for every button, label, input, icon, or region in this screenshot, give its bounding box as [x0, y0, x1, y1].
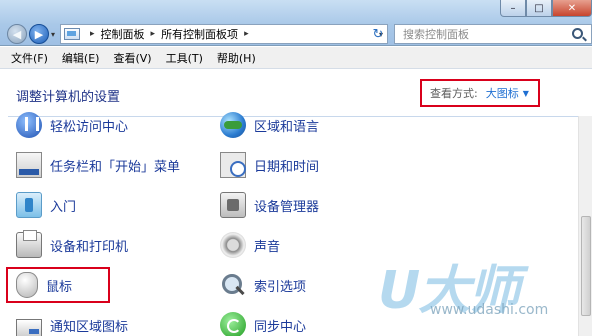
item-devices-printers[interactable]: 设备和打印机 [16, 230, 128, 260]
accessibility-icon [16, 112, 42, 138]
item-label: 入门 [50, 199, 77, 215]
mouse-highlight-box [6, 267, 110, 303]
magnifier-icon [220, 272, 246, 298]
item-notification-area-icons[interactable]: 通知区域图标 [16, 310, 128, 336]
page-title: 调整计算机的设置 [16, 90, 121, 105]
scrollbar-thumb[interactable] [581, 216, 591, 316]
menu-file[interactable]: 文件(F) [4, 50, 55, 66]
printer-icon [16, 230, 42, 258]
item-label: 同步中心 [254, 319, 307, 335]
breadcrumb-all-items[interactable]: 所有控制面板项 [161, 26, 238, 42]
menu-edit[interactable]: 编辑(E) [55, 50, 107, 66]
menu-bar: 文件(F) 编辑(E) 查看(V) 工具(T) 帮助(H) [0, 47, 592, 69]
address-bar[interactable]: ▸ 控制面板 ▸ 所有控制面板项 ▸ ▾ [60, 24, 388, 44]
minimize-button[interactable]: – [500, 0, 526, 17]
view-by-value[interactable]: 大图标 [486, 85, 519, 101]
maximize-button[interactable]: □ [526, 0, 552, 17]
breadcrumb-separator[interactable]: ▸ [151, 29, 156, 39]
vertical-scrollbar[interactable] [578, 116, 592, 336]
search-placeholder: 搜索控制面板 [403, 28, 469, 41]
item-label: 任务栏和「开始」菜单 [50, 159, 181, 175]
item-region-language[interactable]: 区域和语言 [220, 110, 319, 140]
item-getting-started[interactable]: 入门 [16, 190, 76, 220]
device-manager-icon [220, 192, 246, 218]
close-button[interactable]: ✕ [552, 0, 592, 17]
item-label: 设备管理器 [254, 199, 320, 215]
menu-view[interactable]: 查看(V) [106, 50, 158, 66]
item-label: 区域和语言 [254, 119, 320, 135]
watermark-url: www.udashi.com [430, 302, 549, 318]
menu-tools[interactable]: 工具(T) [159, 50, 210, 66]
globe-icon [220, 112, 246, 138]
refresh-button[interactable]: ↻ [368, 24, 388, 44]
chevron-down-icon[interactable]: ▼ [523, 89, 529, 98]
clock-icon [220, 152, 246, 178]
sync-icon [220, 312, 246, 336]
control-panel-icon [64, 28, 80, 40]
item-date-time[interactable]: 日期和时间 [220, 150, 319, 180]
view-by-label: 查看方式: [430, 87, 478, 100]
taskbar-icon [16, 152, 42, 178]
breadcrumb-control-panel[interactable]: 控制面板 [101, 26, 145, 42]
item-label: 声音 [254, 239, 281, 255]
back-button[interactable]: ◀ [7, 24, 27, 44]
item-label: 索引选项 [254, 279, 307, 295]
item-label: 设备和打印机 [50, 239, 129, 255]
item-label: 日期和时间 [254, 159, 320, 175]
breadcrumb-separator[interactable]: ▸ [244, 29, 249, 39]
title-bar: – □ ✕ ◀ ▶ ▾ ▸ 控制面板 ▸ 所有控制面板项 ▸ ▾ ↻ 搜索控制面… [0, 0, 592, 46]
view-by-selector[interactable]: 查看方式: 大图标 ▼ [420, 79, 540, 107]
item-label: 通知区域图标 [50, 319, 129, 335]
recent-pages-dropdown[interactable]: ▾ [51, 30, 55, 39]
breadcrumb-separator[interactable]: ▸ [90, 29, 95, 39]
item-sound[interactable]: 声音 [220, 230, 280, 260]
notification-area-icon [16, 319, 42, 336]
search-input[interactable]: 搜索控制面板 [394, 24, 592, 44]
forward-button[interactable]: ▶ [29, 24, 49, 44]
item-taskbar-start-menu[interactable]: 任务栏和「开始」菜单 [16, 150, 180, 180]
item-ease-of-access[interactable]: 轻松访问中心 [16, 110, 128, 140]
item-indexing-options[interactable]: 索引选项 [220, 270, 306, 300]
search-icon[interactable] [572, 28, 583, 39]
control-panel-content: 调整计算机的设置 查看方式: 大图标 ▼ 轻松访问中心 区域和语言 任务栏和「开… [0, 70, 592, 336]
speaker-icon [220, 232, 246, 258]
item-device-manager[interactable]: 设备管理器 [220, 190, 319, 220]
item-sync-center[interactable]: 同步中心 [220, 310, 306, 336]
item-label: 轻松访问中心 [50, 119, 129, 135]
menu-help[interactable]: 帮助(H) [210, 50, 263, 66]
getting-started-icon [16, 192, 42, 218]
